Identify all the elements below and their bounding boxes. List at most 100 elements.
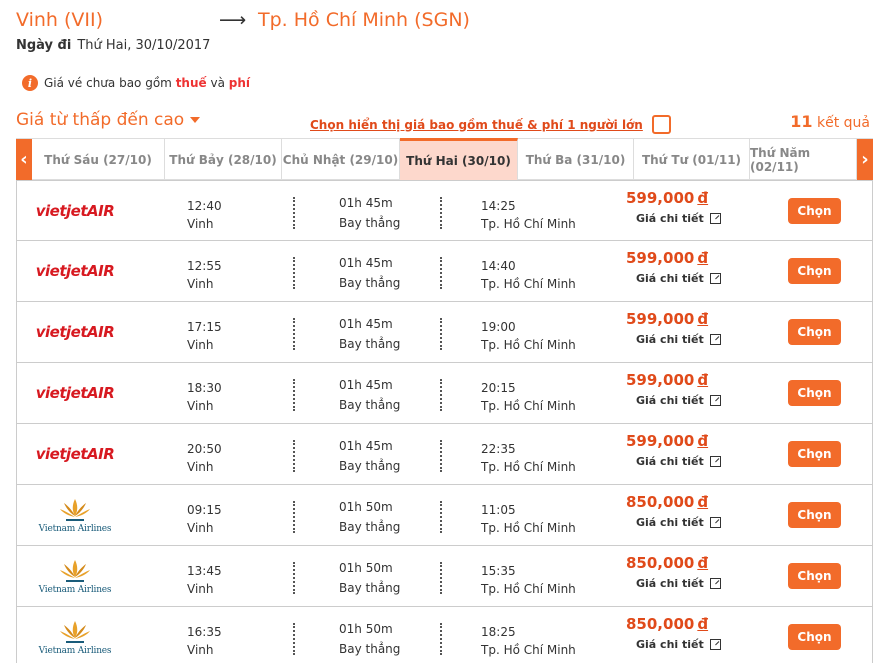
divider xyxy=(293,379,295,411)
date-tab[interactable]: Thứ Sáu (27/10) xyxy=(32,139,165,180)
vietjet-logo: vietjetAIR xyxy=(17,241,133,301)
departure-info: 20:50 Vinh xyxy=(187,440,222,476)
departure-city: Vinh xyxy=(187,521,214,535)
choose-flight-button[interactable]: Chọn xyxy=(788,198,841,224)
divider xyxy=(440,257,442,289)
price-value: 599,000 xyxy=(626,310,695,328)
arrival-city: Tp. Hồ Chí Minh xyxy=(481,582,576,596)
price-value: 850,000 xyxy=(626,493,695,511)
price-detail-label[interactable]: Giá chi tiết xyxy=(636,333,704,346)
date-tab[interactable]: Chủ Nhật (29/10) xyxy=(282,139,400,180)
ticket-price: 599,000 đ xyxy=(626,249,708,267)
price-detail-label[interactable]: Giá chi tiết xyxy=(636,516,704,529)
departure-time: 16:35 xyxy=(187,625,222,639)
notice-prefix: Giá vé chưa bao gồm xyxy=(44,76,172,90)
departure-info: 12:40 Vinh xyxy=(187,197,222,233)
divider xyxy=(440,562,442,594)
external-link-icon[interactable] xyxy=(709,395,721,406)
price-detail-link[interactable]: Giá chi tiết xyxy=(636,455,721,468)
choose-flight-button[interactable]: Chọn xyxy=(788,380,841,406)
flight-duration: 01h 50m xyxy=(339,622,393,636)
arrival-city: Tp. Hồ Chí Minh xyxy=(481,460,576,474)
departure-time: 13:45 xyxy=(187,564,222,578)
external-link-icon[interactable] xyxy=(709,273,721,284)
flight-type: Bay thẳng xyxy=(339,520,401,534)
departure-city: Vinh xyxy=(187,277,214,291)
chevron-right-icon[interactable]: › xyxy=(857,139,873,180)
results-label: kết quả xyxy=(817,115,870,131)
external-link-icon[interactable] xyxy=(709,456,721,467)
include-tax-label[interactable]: Chọn hiển thị giá bao gồm thuế & phí 1 n… xyxy=(310,118,643,132)
external-link-icon[interactable] xyxy=(709,334,721,345)
external-link-icon[interactable] xyxy=(709,578,721,589)
arrival-time: 20:15 xyxy=(481,381,516,395)
price-detail-link[interactable]: Giá chi tiết xyxy=(636,577,721,590)
ticket-price: 599,000 đ xyxy=(626,371,708,389)
flight-type: Bay thẳng xyxy=(339,337,401,351)
price-detail-link[interactable]: Giá chi tiết xyxy=(636,516,721,529)
choose-flight-button[interactable]: Chọn xyxy=(788,624,841,650)
date-tab[interactable]: Thứ Năm (02/11) xyxy=(750,139,857,180)
arrival-info: 15:35 Tp. Hồ Chí Minh xyxy=(481,562,576,598)
notice-and: và xyxy=(210,76,225,90)
arrival-city: Tp. Hồ Chí Minh xyxy=(481,521,576,535)
divider xyxy=(293,440,295,472)
price-currency: đ xyxy=(697,310,709,328)
price-detail-label[interactable]: Giá chi tiết xyxy=(636,455,704,468)
date-tab[interactable]: Thứ Bảy (28/10) xyxy=(165,139,282,180)
include-tax-checkbox[interactable] xyxy=(651,115,671,134)
price-detail-link[interactable]: Giá chi tiết xyxy=(636,212,721,225)
arrival-time: 18:25 xyxy=(481,625,516,639)
flight-duration: 01h 45m xyxy=(339,256,393,270)
date-tabs: ‹ › Thứ Sáu (27/10) Thứ Bảy (28/10) Chủ Nh… xyxy=(16,138,873,180)
price-detail-link[interactable]: Giá chi tiết xyxy=(636,333,721,346)
flight-row: Vietnam Airlines 13:45 Vinh 01h 50m Bay thẳn… xyxy=(16,546,873,607)
price-detail-label[interactable]: Giá chi tiết xyxy=(636,272,704,285)
ticket-price: 599,000 đ xyxy=(626,432,708,450)
flight-row: vietjetAIR 12:55 Vinh 01h 45m Bay thẳng 14:40… xyxy=(16,241,873,302)
price-detail-label[interactable]: Giá chi tiết xyxy=(636,212,704,225)
choose-flight-button[interactable]: Chọn xyxy=(788,502,841,528)
divider xyxy=(440,623,442,655)
chevron-left-icon[interactable]: ‹ xyxy=(16,139,32,180)
price-detail-label[interactable]: Giá chi tiết xyxy=(636,638,704,651)
origin-city: Vinh (VII) xyxy=(16,9,104,31)
date-tab[interactable]: Thứ Ba (31/10) xyxy=(518,139,634,180)
ticket-price: 850,000 đ xyxy=(626,493,708,511)
include-tax-toggle[interactable]: Chọn hiển thị giá bao gồm thuế & phí 1 n… xyxy=(310,115,671,134)
vietjet-logo: vietjetAIR xyxy=(17,424,133,484)
departure-time: 20:50 xyxy=(187,442,222,456)
flight-duration: 01h 45m xyxy=(339,196,393,210)
price-detail-link[interactable]: Giá chi tiết xyxy=(636,394,721,407)
external-link-icon[interactable] xyxy=(709,639,721,650)
vietnam-airlines-logo: Vietnam Airlines xyxy=(17,607,133,663)
route-header: Vinh (VII) ⟶ Tp. Hồ Chí Minh (SGN) xyxy=(16,9,866,35)
vietjet-logo-text: vietjetAIR xyxy=(35,202,115,220)
arrival-time: 15:35 xyxy=(481,564,516,578)
departure-time: 18:30 xyxy=(187,381,222,395)
duration-info: 01h 45m Bay thẳng xyxy=(339,193,400,233)
price-detail-link[interactable]: Giá chi tiết xyxy=(636,638,721,651)
external-link-icon[interactable] xyxy=(709,517,721,528)
departure-info: 18:30 Vinh xyxy=(187,379,222,415)
price-detail-label[interactable]: Giá chi tiết xyxy=(636,394,704,407)
price-value: 850,000 xyxy=(626,615,695,633)
choose-flight-button[interactable]: Chọn xyxy=(788,441,841,467)
vietjet-logo-text: vietjetAIR xyxy=(35,262,115,280)
price-detail-link[interactable]: Giá chi tiết xyxy=(636,272,721,285)
duration-info: 01h 50m Bay thẳng xyxy=(339,558,400,598)
date-tab[interactable]: Thứ Hai (30/10) xyxy=(400,138,518,180)
price-detail-label[interactable]: Giá chi tiết xyxy=(636,577,704,590)
sort-dropdown[interactable]: Giá từ thấp đến cao xyxy=(16,110,201,130)
flight-duration: 01h 45m xyxy=(339,378,393,392)
flight-list: vietjetAIR 12:40 Vinh 01h 45m Bay thẳng 14:25… xyxy=(16,180,873,663)
choose-flight-button[interactable]: Chọn xyxy=(788,258,841,284)
duration-info: 01h 50m Bay thẳng xyxy=(339,497,400,537)
choose-flight-button[interactable]: Chọn xyxy=(788,563,841,589)
price-value: 599,000 xyxy=(626,249,695,267)
arrival-city: Tp. Hồ Chí Minh xyxy=(481,338,576,352)
external-link-icon[interactable] xyxy=(709,213,721,224)
date-tab[interactable]: Thứ Tư (01/11) xyxy=(634,139,750,180)
flight-duration: 01h 45m xyxy=(339,317,393,331)
choose-flight-button[interactable]: Chọn xyxy=(788,319,841,345)
